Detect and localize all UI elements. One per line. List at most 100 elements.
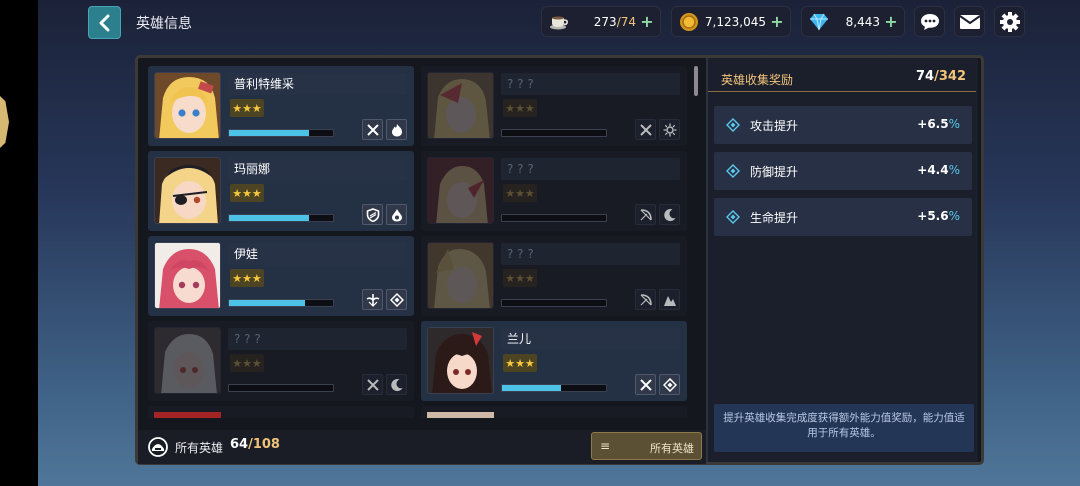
- hero-portrait: [154, 72, 221, 139]
- hero-progress-bar: [228, 214, 334, 222]
- stamina-value: 273: [593, 14, 617, 29]
- hero-portrait: [427, 72, 494, 139]
- hero-card-locked[interactable]: ? ? ? ★★★: [421, 66, 687, 146]
- total-count: /108: [248, 437, 280, 452]
- hero-portrait: [427, 242, 494, 309]
- fire-icon: [391, 123, 402, 136]
- class-badge[interactable]: [362, 374, 383, 395]
- add-gold-icon[interactable]: +: [770, 12, 784, 31]
- hero-card-locked[interactable]: ? ? ? ★★★: [421, 151, 687, 231]
- chat-button[interactable]: [914, 6, 945, 37]
- moon-icon: [663, 208, 675, 221]
- bow-icon: [640, 208, 652, 220]
- hero-name: ? ? ?: [501, 158, 680, 180]
- star-rating: ★★★: [503, 99, 537, 117]
- class-badge[interactable]: [635, 374, 656, 395]
- element-badge[interactable]: [386, 204, 407, 225]
- mail-button[interactable]: [954, 6, 985, 37]
- stamina-counter[interactable]: 273/74 +: [541, 6, 661, 37]
- hero-name: 伊娃: [228, 243, 407, 265]
- element-badge[interactable]: [386, 119, 407, 140]
- star-rating: ★★★: [230, 184, 264, 202]
- page-title: 英雄信息: [136, 16, 192, 32]
- stars-icon: ★★★: [505, 186, 535, 200]
- star-rating: ★★★: [503, 269, 537, 287]
- filter-label: 所有英雄: [650, 442, 694, 455]
- reward-label: 攻击提升: [750, 119, 799, 133]
- element-badge[interactable]: [386, 289, 407, 310]
- hero-card[interactable]: 普利特维采 ★★★: [148, 66, 414, 146]
- reward-unit: %: [948, 209, 960, 223]
- element-badge[interactable]: [659, 204, 680, 225]
- diamond-icon: [662, 377, 677, 392]
- gold-coin-icon: [678, 11, 700, 33]
- element-badge[interactable]: [659, 374, 680, 395]
- class-badge[interactable]: [635, 204, 656, 225]
- reward-value: +5.6: [917, 209, 949, 223]
- reward-description: 提升英雄收集完成度获得额外能力值奖励，能力值适用于所有英雄。: [714, 404, 974, 452]
- reward-value: +6.5: [917, 117, 949, 131]
- class-badge[interactable]: [635, 119, 656, 140]
- reward-row-attack: 攻击提升 +6.5%: [714, 106, 972, 144]
- left-system-bar: [0, 0, 38, 486]
- diamond-gem-icon: [808, 11, 830, 33]
- add-stamina-icon[interactable]: +: [640, 12, 654, 31]
- element-badge[interactable]: [659, 119, 680, 140]
- hero-name: ? ? ?: [501, 243, 680, 265]
- gem-counter[interactable]: 8,443 +: [801, 6, 905, 37]
- hero-name: 普利特维采: [228, 73, 407, 95]
- hero-card[interactable]: 伊娃 ★★★: [148, 236, 414, 316]
- settings-gear-icon: [999, 11, 1020, 32]
- reward-count: 74: [916, 69, 935, 84]
- diamond-bullet-icon: [726, 164, 740, 178]
- class-badge[interactable]: [635, 289, 656, 310]
- back-button[interactable]: [88, 6, 121, 39]
- crossed-swords-icon: [366, 378, 379, 391]
- hero-card-locked[interactable]: ? ? ? ★★★: [148, 321, 414, 401]
- class-badge[interactable]: [362, 119, 383, 140]
- filter-button[interactable]: ≡ 所有英雄: [591, 432, 702, 460]
- chat-bubble-icon: [920, 13, 939, 30]
- stars-icon: ★★★: [505, 356, 535, 370]
- hero-progress-bar: [501, 129, 607, 137]
- hero-card[interactable]: 玛丽娜 ★★★: [148, 151, 414, 231]
- class-badge[interactable]: [362, 289, 383, 310]
- hero-progress-bar: [501, 214, 607, 222]
- add-gems-icon[interactable]: +: [884, 12, 898, 31]
- hero-progress-bar: [228, 299, 334, 307]
- reward-label: 防御提升: [750, 165, 799, 179]
- stars-icon: ★★★: [505, 101, 535, 115]
- shield-icon: [366, 207, 379, 222]
- hero-card-locked[interactable]: ? ? ? ★★★: [421, 236, 687, 316]
- mountain-icon: [663, 295, 676, 306]
- diamond-icon: [389, 292, 404, 307]
- element-badge[interactable]: [659, 289, 680, 310]
- hero-portrait: [427, 412, 494, 418]
- water-drop-icon: [391, 208, 402, 221]
- element-badge[interactable]: [386, 374, 407, 395]
- hero-progress-fill: [229, 300, 305, 306]
- settings-button[interactable]: [994, 6, 1025, 37]
- reward-title: 英雄收集奖励: [721, 73, 794, 87]
- diamond-bullet-icon: [726, 118, 740, 132]
- hero-card[interactable]: 兰儿 ★★★: [421, 321, 687, 401]
- star-rating: ★★★: [230, 354, 264, 372]
- reward-total: /342: [934, 69, 966, 84]
- hero-card-partial[interactable]: [148, 406, 414, 418]
- hero-name: ? ? ?: [228, 328, 407, 350]
- hero-portrait: [154, 327, 221, 394]
- chevron-left-icon: [99, 14, 109, 31]
- stars-icon: ★★★: [232, 186, 262, 200]
- hero-card-partial[interactable]: [421, 406, 687, 418]
- hero-progress-fill: [502, 385, 562, 391]
- moon-icon: [390, 378, 402, 391]
- list-scrollbar[interactable]: [694, 66, 698, 96]
- stamina-max: /74: [616, 14, 636, 29]
- hero-name: ? ? ?: [501, 73, 680, 95]
- hero-card-grid[interactable]: 普利特维采 ★★★ ? ? ? ★★★ 玛丽娜 ★★★ ? ? ? ★★★ 伊娃…: [148, 66, 700, 418]
- class-badge[interactable]: [362, 204, 383, 225]
- reward-unit: %: [948, 117, 960, 131]
- gem-value: 8,443: [845, 14, 880, 29]
- hero-info-panel: 普利特维采 ★★★ ? ? ? ★★★ 玛丽娜 ★★★ ? ? ? ★★★ 伊娃…: [135, 55, 984, 465]
- gold-counter[interactable]: 7,123,045 +: [671, 6, 791, 37]
